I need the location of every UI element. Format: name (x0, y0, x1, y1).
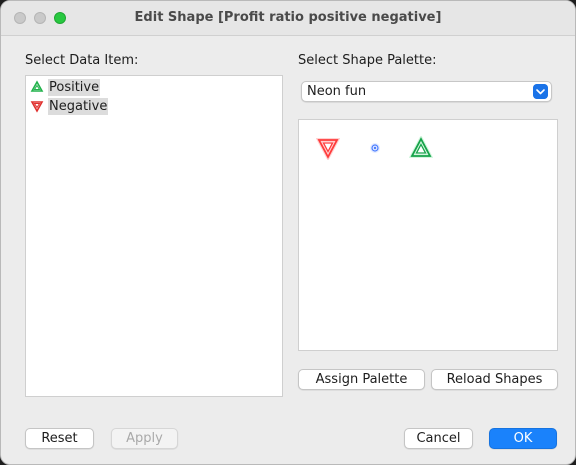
edit-shape-dialog: Edit Shape [Profit ratio positive negati… (0, 0, 576, 465)
window-title: Edit Shape [Profit ratio positive negati… (134, 10, 442, 25)
reload-shapes-button[interactable]: Reload Shapes (431, 369, 558, 390)
ok-button[interactable]: OK (489, 428, 557, 449)
chevron-down-icon (533, 84, 548, 99)
select-shape-palette-label: Select Shape Palette: (298, 53, 437, 68)
shape-palette-selected-value: Neon fun (307, 84, 367, 99)
neon-red-triangle-down-icon[interactable] (316, 136, 340, 160)
list-item-label: Negative (48, 97, 109, 115)
reset-button[interactable]: Reset (25, 428, 94, 449)
list-item-negative[interactable]: Negative (30, 97, 109, 115)
shape-palette-grid (298, 119, 558, 351)
list-item-positive[interactable]: Positive (30, 78, 101, 96)
title-bar: Edit Shape [Profit ratio positive negati… (1, 1, 575, 36)
assign-palette-button[interactable]: Assign Palette (298, 369, 425, 390)
green-triangle-up-icon (30, 80, 44, 92)
shape-palette-select[interactable]: Neon fun (301, 81, 552, 102)
cancel-button[interactable]: Cancel (404, 428, 473, 449)
apply-button[interactable]: Apply (111, 428, 178, 449)
neon-blue-circle-icon[interactable] (363, 136, 387, 160)
red-triangle-down-icon (30, 101, 44, 113)
select-data-item-label: Select Data Item: (25, 53, 139, 68)
neon-green-triangle-up-icon[interactable] (409, 136, 433, 160)
data-item-list[interactable]: Positive Negative (25, 75, 283, 397)
list-item-label: Positive (48, 78, 101, 96)
